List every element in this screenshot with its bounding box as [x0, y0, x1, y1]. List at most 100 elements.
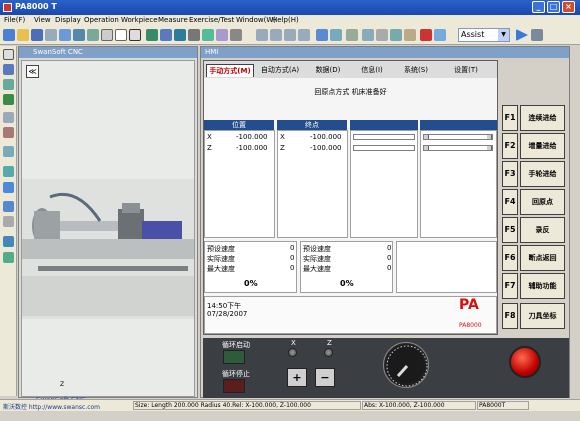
pan-icon[interactable] — [73, 29, 85, 41]
path-icon[interactable] — [316, 29, 328, 41]
workpiece — [60, 221, 118, 231]
blank-header-1 — [350, 120, 418, 130]
mode-select[interactable]: Assist ▼ — [458, 28, 510, 42]
rotate-icon[interactable] — [87, 29, 99, 41]
stack-icon[interactable] — [3, 201, 14, 212]
screen-icon[interactable] — [3, 112, 14, 123]
layer-icon[interactable] — [3, 216, 14, 227]
cube-icon[interactable] — [3, 166, 14, 177]
save-icon[interactable] — [31, 29, 43, 41]
cooling-icon[interactable] — [174, 29, 186, 41]
company-link[interactable]: 斯沃数控 http://www.swansc.com — [3, 402, 100, 411]
axis-z-select[interactable] — [324, 348, 333, 357]
grid-icon[interactable] — [216, 29, 228, 41]
lathe-icon[interactable] — [230, 29, 242, 41]
fkey-8-key: F8 — [502, 303, 518, 329]
tool-icon[interactable] — [146, 29, 158, 41]
jog-plus-button[interactable]: + — [287, 368, 307, 387]
tool-post — [118, 209, 144, 239]
menu-display[interactable]: Display — [55, 16, 81, 24]
blank-header-2 — [420, 120, 497, 130]
menu-help[interactable]: Help(H) — [272, 16, 299, 24]
simulation-canvas[interactable]: ≪ Z SwanSoft CNC — [21, 60, 195, 404]
play-icon[interactable] — [516, 29, 528, 41]
view-front-icon[interactable] — [256, 29, 268, 41]
menu-exercise-test[interactable]: Exercise/Test — [189, 16, 234, 24]
cycle-stop-button[interactable] — [223, 379, 245, 393]
panel-toggle-icon[interactable] — [3, 49, 14, 60]
sound-icon[interactable] — [376, 29, 388, 41]
record-icon[interactable] — [420, 29, 432, 41]
arrow-icon[interactable] — [3, 236, 14, 247]
fkey-7-key: F7 — [502, 273, 518, 299]
search-icon[interactable] — [3, 146, 14, 157]
new-file-icon[interactable] — [3, 29, 15, 41]
menu-measure[interactable]: Measure — [158, 16, 188, 24]
menu-window[interactable]: Window(W) — [236, 16, 276, 24]
open-folder-icon[interactable] — [17, 29, 29, 41]
fkey-5[interactable]: F5 录反 — [502, 217, 565, 243]
tab-data[interactable]: 数据(D) — [308, 64, 348, 77]
view-iso-icon[interactable] — [298, 29, 310, 41]
feed-override-dial[interactable] — [383, 342, 429, 388]
machine-control-panel: 循环启动 循环停止 X Z + − — [203, 338, 569, 398]
zoom-icon[interactable] — [59, 29, 71, 41]
workpiece-icon[interactable] — [160, 29, 172, 41]
feed-right-label-2: 最大速度 — [303, 265, 331, 273]
fkey-5-label: 录反 — [520, 217, 565, 243]
menu-file[interactable]: File(F) — [4, 16, 25, 24]
maximize-button[interactable]: □ — [547, 1, 560, 13]
fkey-7[interactable]: F7 辅助功能 — [502, 273, 565, 299]
camera-icon[interactable] — [390, 29, 402, 41]
jog-minus-button[interactable]: − — [315, 368, 335, 387]
feed-left-value-1: 0 — [290, 254, 295, 262]
minimize-button[interactable]: _ — [532, 1, 545, 13]
menu-workpiece[interactable]: Workpiece — [121, 16, 158, 24]
measure-icon[interactable] — [202, 29, 214, 41]
stop-icon[interactable] — [531, 29, 543, 41]
menu-operation[interactable]: Operation — [84, 16, 119, 24]
tab-manual[interactable]: 手动方式(M) — [206, 64, 254, 77]
fkey-8[interactable]: F8 刀具坐标 — [502, 303, 565, 329]
section-icon[interactable] — [330, 29, 342, 41]
tab-settings[interactable]: 设置(T) — [446, 64, 486, 77]
door-icon[interactable] — [346, 29, 358, 41]
fkey-7-label: 辅助功能 — [520, 273, 565, 299]
window-icon[interactable] — [101, 29, 113, 41]
override-slider-z[interactable] — [423, 145, 493, 151]
trim-icon[interactable] — [3, 127, 14, 138]
fkey-6[interactable]: F6 断点返回 — [502, 245, 565, 271]
tool-change-icon[interactable] — [3, 252, 14, 263]
tab-info[interactable]: 信息(I) — [352, 64, 392, 77]
print-icon[interactable] — [45, 29, 57, 41]
light-icon[interactable] — [362, 29, 374, 41]
axis-x-select[interactable] — [288, 348, 297, 357]
sheet-icon[interactable] — [404, 29, 416, 41]
view-toggle-icon[interactable] — [129, 29, 141, 41]
frame-icon[interactable] — [115, 29, 127, 41]
check-icon[interactable] — [3, 94, 14, 105]
fkey-3-label: 手轮进给 — [520, 161, 565, 187]
sphere-icon[interactable] — [3, 182, 14, 193]
override-slider-x[interactable] — [423, 134, 493, 140]
fkey-6-label: 断点返回 — [520, 245, 565, 271]
view-side-icon[interactable] — [284, 29, 296, 41]
tab-system[interactable]: 系统(S) — [396, 64, 436, 77]
replay-icon[interactable] — [434, 29, 446, 41]
machine-status: 回原点方式 机床准备好 — [314, 88, 387, 96]
chuck-icon[interactable] — [188, 29, 200, 41]
close-button[interactable]: × — [562, 1, 575, 13]
bed-rail — [22, 239, 194, 259]
fkey-2[interactable]: F2 增量进给 — [502, 133, 565, 159]
axis-x-label: X — [291, 339, 296, 347]
menu-view[interactable]: View — [34, 16, 51, 24]
edit-icon[interactable] — [3, 64, 14, 75]
paint-icon[interactable] — [3, 79, 14, 90]
fkey-3[interactable]: F3 手轮进给 — [502, 161, 565, 187]
cycle-start-button[interactable] — [223, 350, 245, 364]
fkey-4[interactable]: F4 回原点 — [502, 189, 565, 215]
tab-auto[interactable]: 自动方式(A) — [256, 64, 304, 77]
emergency-stop-button[interactable] — [509, 346, 541, 378]
view-top-icon[interactable] — [270, 29, 282, 41]
fkey-1[interactable]: F1 连续进给 — [502, 105, 565, 131]
